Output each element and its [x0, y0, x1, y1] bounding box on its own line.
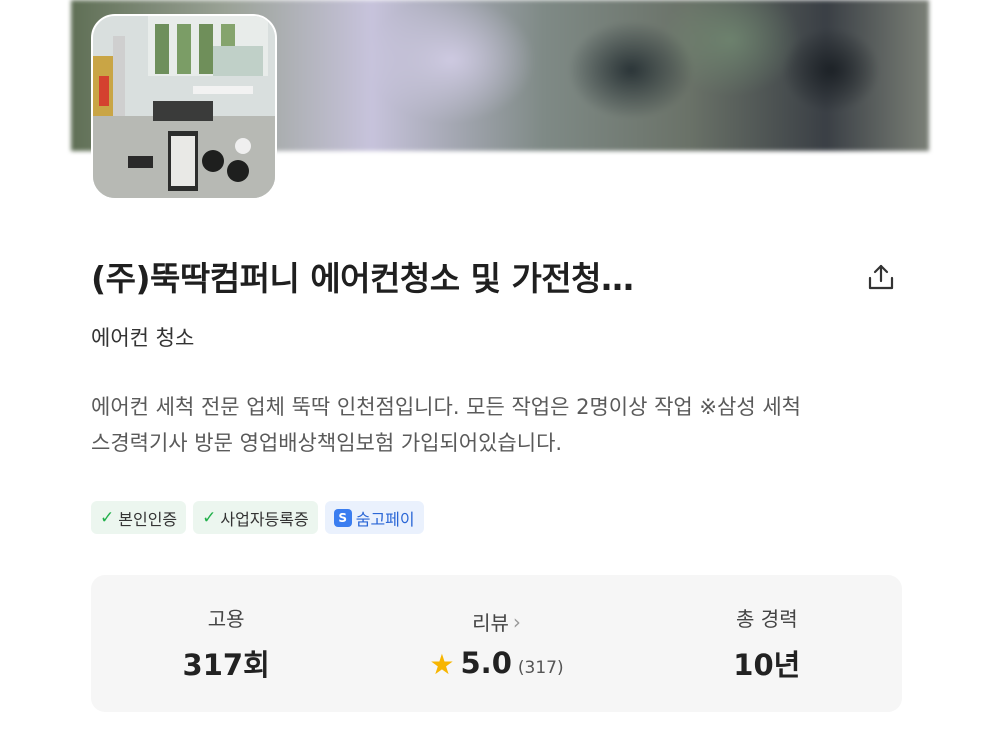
badge-label: 숨고페이 — [355, 509, 415, 529]
stat-label: 리뷰 — [472, 611, 509, 635]
review-link[interactable]: 리뷰 › — [472, 607, 521, 636]
share-icon — [868, 264, 894, 290]
check-icon: ✓ — [100, 507, 115, 528]
page-title: (주)뚝딱컴퍼니 에어컨청소 및 가전청… — [91, 259, 634, 298]
stat-career: 총 경력 10년 — [632, 575, 902, 712]
badge-identity-verified: ✓ 본인인증 — [91, 501, 187, 534]
review-count: (317) — [517, 658, 564, 678]
review-rating: ★ 5.0 (317) — [429, 646, 564, 681]
badge-label: 사업자등록증 — [220, 509, 309, 529]
stats-panel: 고용 317회 리뷰 › ★ 5.0 (317) 총 경력 10년 — [91, 575, 902, 712]
profile-page: (주)뚝딱컴퍼니 에어컨청소 및 가전청… 에어컨 청소 에어컨 세척 전문 업… — [0, 0, 1000, 750]
chevron-right-icon: › — [512, 609, 521, 634]
check-icon: ✓ — [202, 507, 217, 528]
profile-description: 에어컨 세척 전문 업체 뚝딱 인천점입니다. 모든 작업은 2명이상 작업 ※… — [91, 389, 905, 461]
stat-label: 총 경력 — [736, 607, 798, 631]
badge-business-registration: ✓ 사업자등록증 — [193, 501, 318, 534]
stat-value: 317회 — [182, 648, 270, 682]
description-line: 스경력기사 방문 영업배상책임보험 가입되어있습니다. — [91, 431, 563, 455]
service-category: 에어컨 청소 — [91, 326, 195, 350]
badge-list: ✓ 본인인증 ✓ 사업자등록증 S 숨고페이 — [91, 501, 424, 534]
description-line: 에어컨 세척 전문 업체 뚝딱 인천점입니다. 모든 작업은 2명이상 작업 ※… — [91, 395, 801, 419]
stat-label: 고용 — [207, 607, 245, 631]
share-button[interactable] — [860, 256, 902, 298]
stat-review[interactable]: 리뷰 › ★ 5.0 (317) — [361, 575, 631, 712]
profile-avatar[interactable] — [91, 14, 277, 200]
star-icon: ★ — [429, 648, 455, 681]
badge-soomgo-pay: S 숨고페이 — [324, 501, 424, 534]
pay-icon: S — [333, 508, 352, 527]
badge-label: 본인인증 — [118, 509, 178, 529]
stat-hire: 고용 317회 — [91, 575, 361, 712]
rating-value: 5.0 — [460, 646, 512, 680]
stat-value: 10년 — [733, 648, 801, 682]
